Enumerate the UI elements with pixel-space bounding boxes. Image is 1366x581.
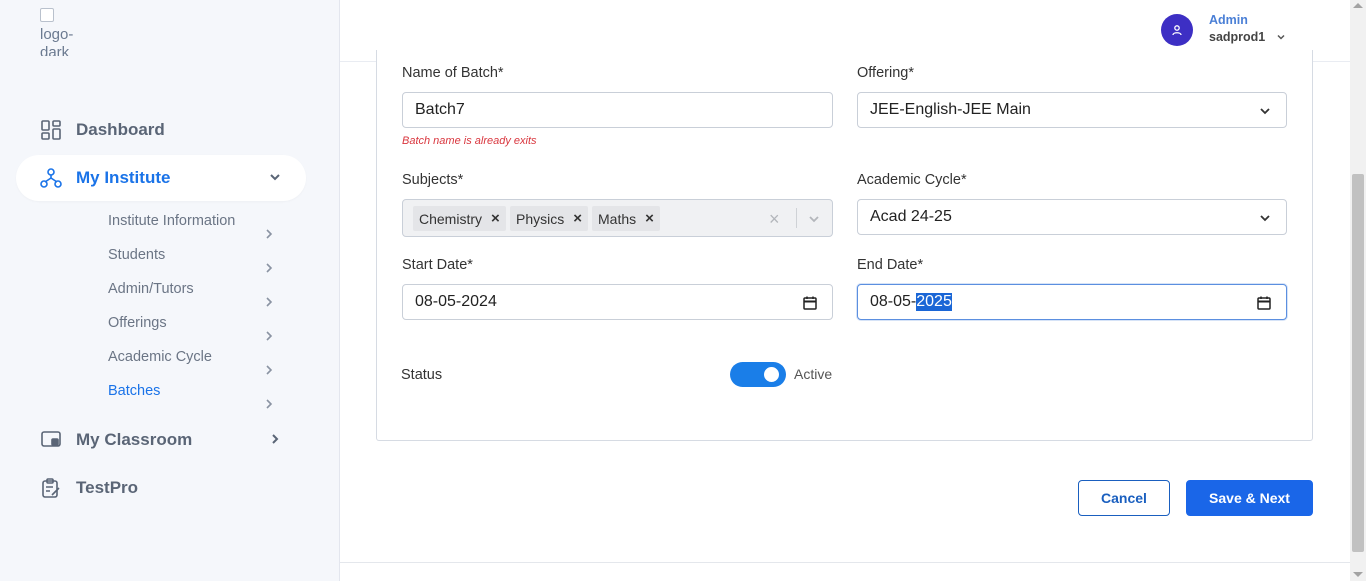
batch-name-error: Batch name is already exits bbox=[402, 135, 537, 147]
academic-cycle-label: Academic Cycle* bbox=[857, 172, 967, 188]
remove-tag-icon[interactable]: × bbox=[491, 211, 500, 226]
chevron-down-icon bbox=[270, 174, 280, 181]
subject-tag: Chemistry × bbox=[413, 206, 506, 231]
chevron-right-icon[interactable] bbox=[262, 329, 276, 343]
sidebar-subitem-admin-tutors[interactable]: Admin/Tutors bbox=[108, 281, 288, 303]
scroll-up-arrow-icon[interactable] bbox=[1353, 3, 1363, 8]
logo-alt-text: logo-dark bbox=[40, 26, 74, 56]
sidebar-subitem-institute-information[interactable]: Institute Information bbox=[108, 213, 288, 235]
sidebar-item-label: TestPro bbox=[76, 478, 139, 497]
sidebar: logo-dark Dashboard My Institute Institu… bbox=[0, 0, 340, 581]
clipboard-edit-icon bbox=[42, 478, 60, 498]
start-date-value: 08-05-2024 bbox=[415, 293, 497, 310]
calendar-icon[interactable] bbox=[802, 295, 818, 311]
chevron-down-icon bbox=[1260, 215, 1270, 222]
sidebar-subitem-academic-cycle[interactable]: Academic Cycle bbox=[108, 349, 288, 371]
sidebar-item-label: Dashboard bbox=[76, 120, 165, 139]
chevron-right-icon[interactable] bbox=[262, 227, 276, 241]
sidebar-item-label: My Institute bbox=[76, 168, 171, 187]
chevron-right-icon[interactable] bbox=[262, 261, 276, 275]
batch-name-input[interactable]: Batch7 bbox=[402, 92, 833, 128]
divider bbox=[340, 562, 1350, 563]
subjects-label: Subjects* bbox=[402, 172, 464, 188]
end-date-input[interactable]: 08-05- 2025 bbox=[857, 284, 1287, 320]
sidebar-item-my-institute[interactable]: My Institute bbox=[16, 155, 306, 201]
sidebar-item-label: My Classroom bbox=[76, 430, 193, 449]
sidebar-subitem-students[interactable]: Students bbox=[108, 247, 288, 269]
save-next-button[interactable]: Save & Next bbox=[1186, 480, 1313, 516]
status-toggle[interactable] bbox=[730, 362, 786, 387]
user-name[interactable]: sadprod1 bbox=[1209, 30, 1265, 44]
chevron-down-icon[interactable] bbox=[1275, 31, 1287, 43]
dashboard-grid-icon bbox=[41, 120, 61, 140]
start-date-label: Start Date* bbox=[402, 257, 473, 273]
scrollbar-thumb[interactable] bbox=[1352, 174, 1364, 552]
separator bbox=[796, 208, 797, 228]
batch-name-label: Name of Batch* bbox=[402, 65, 504, 81]
subject-tag-label: Chemistry bbox=[419, 210, 483, 227]
sidebar-item-testpro[interactable]: TestPro bbox=[16, 465, 306, 511]
clear-all-icon[interactable]: × bbox=[769, 209, 780, 230]
avatar[interactable] bbox=[1161, 14, 1193, 46]
user-icon bbox=[1172, 25, 1182, 36]
status-label: Status bbox=[401, 367, 443, 383]
batch-name-value: Batch7 bbox=[415, 101, 465, 118]
scroll-down-arrow-icon[interactable] bbox=[1353, 572, 1363, 577]
academic-cycle-value: Acad 24-25 bbox=[870, 208, 952, 225]
end-date-label: End Date* bbox=[857, 257, 924, 273]
offering-select[interactable]: JEE-English-JEE Main bbox=[857, 92, 1287, 128]
sidebar-item-my-classroom[interactable]: My Classroom bbox=[16, 417, 306, 463]
user-role: Admin bbox=[1209, 13, 1248, 27]
chevron-right-icon bbox=[272, 434, 279, 444]
chevron-right-icon[interactable] bbox=[262, 295, 276, 309]
chevron-down-icon bbox=[1260, 108, 1270, 115]
chevron-right-icon[interactable] bbox=[262, 363, 276, 377]
sidebar-item-dashboard[interactable]: Dashboard bbox=[16, 107, 306, 153]
end-date-value-prefix: 08-05- bbox=[870, 293, 917, 310]
logo[interactable]: logo-dark bbox=[40, 8, 80, 56]
subjects-multiselect[interactable]: Chemistry × Physics × Maths × × bbox=[402, 199, 833, 237]
offering-value: JEE-English-JEE Main bbox=[870, 101, 1031, 118]
sidebar-subitem-offerings[interactable]: Offerings bbox=[108, 315, 288, 337]
classroom-screen-icon bbox=[41, 431, 61, 447]
sidebar-subitem-batches[interactable]: Batches bbox=[108, 383, 288, 405]
start-date-input[interactable]: 08-05-2024 bbox=[402, 284, 833, 320]
chevron-down-icon[interactable] bbox=[807, 212, 821, 226]
status-value: Active bbox=[794, 366, 833, 382]
end-date-value-selected: 2025 bbox=[916, 293, 952, 311]
org-chart-icon bbox=[40, 168, 62, 188]
subject-tag: Physics × bbox=[510, 206, 588, 231]
subject-tag-label: Physics bbox=[516, 210, 565, 227]
offering-label: Offering* bbox=[857, 65, 914, 81]
subject-tag-label: Maths bbox=[598, 210, 637, 227]
broken-image-icon bbox=[40, 8, 54, 22]
subject-tag: Maths × bbox=[592, 206, 660, 231]
remove-tag-icon[interactable]: × bbox=[645, 211, 654, 226]
cancel-button[interactable]: Cancel bbox=[1078, 480, 1170, 516]
chevron-right-icon[interactable] bbox=[262, 397, 276, 411]
academic-cycle-select[interactable]: Acad 24-25 bbox=[857, 199, 1287, 235]
remove-tag-icon[interactable]: × bbox=[573, 211, 582, 226]
calendar-icon[interactable] bbox=[1256, 295, 1272, 311]
toggle-knob bbox=[764, 367, 779, 382]
